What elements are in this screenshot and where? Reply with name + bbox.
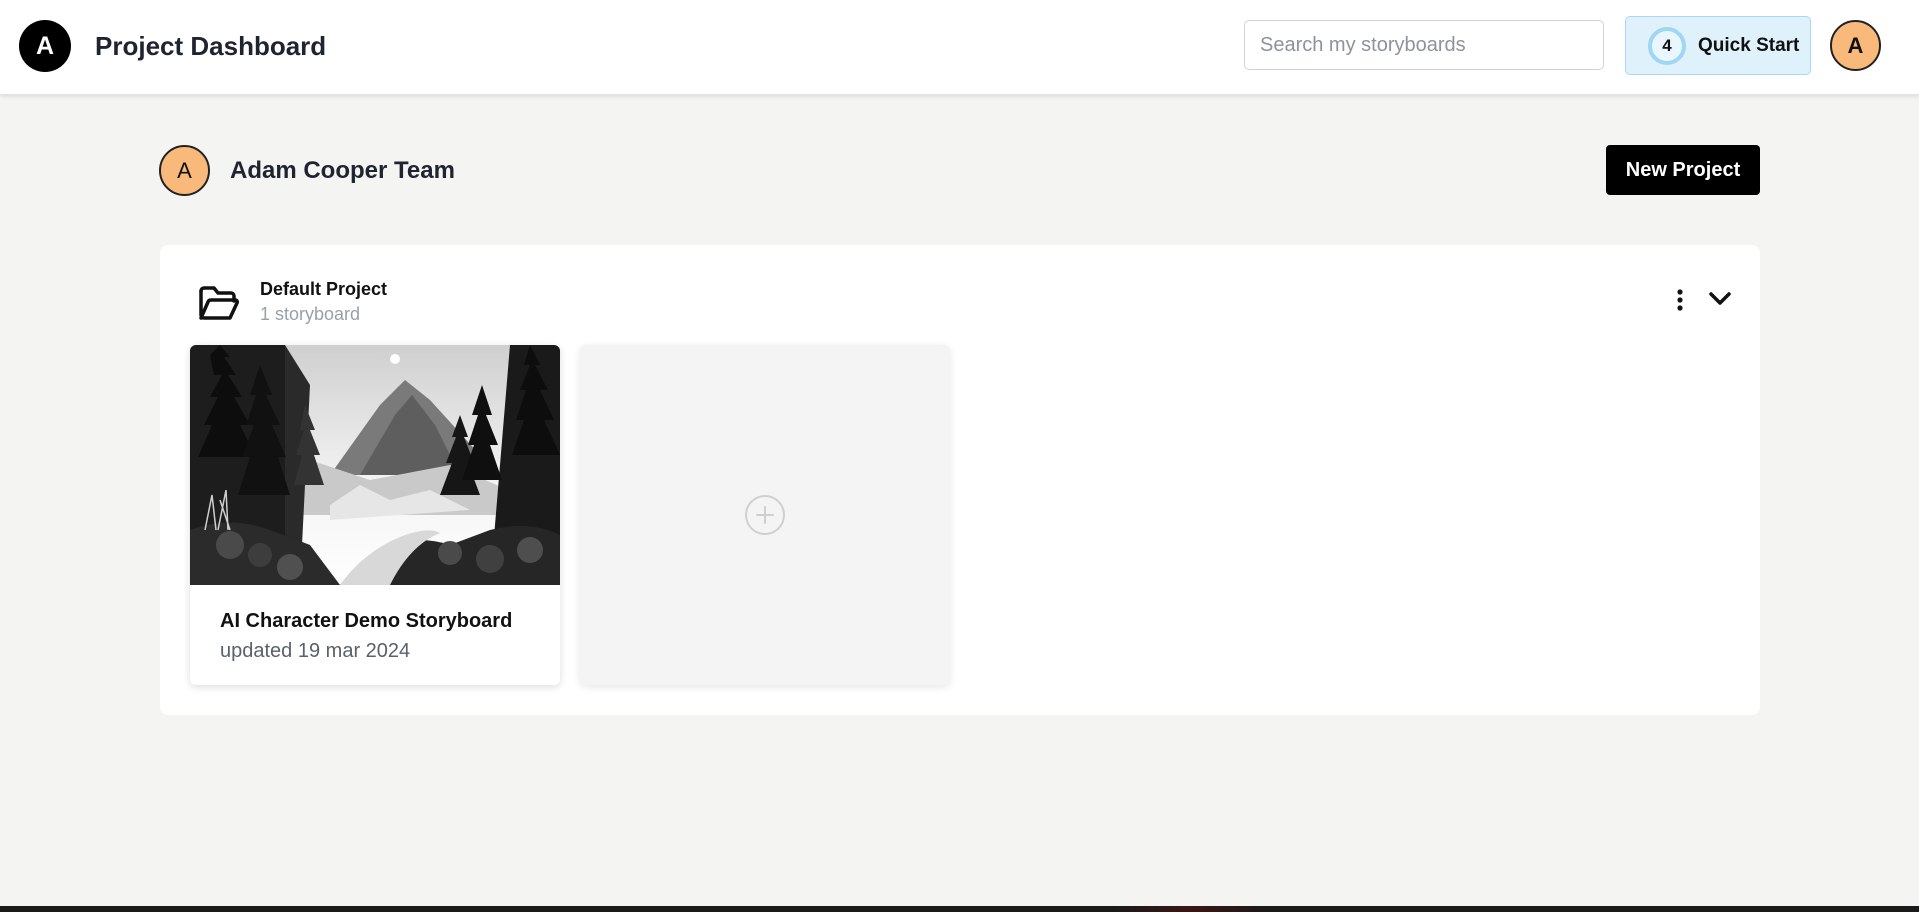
quick-start-label: Quick Start: [1698, 34, 1800, 56]
add-storyboard-card[interactable]: [580, 345, 950, 685]
team-avatar: A: [159, 145, 210, 196]
folder-open-icon: [199, 286, 239, 320]
project-panel: Default Project 1 storyboard AI Characte…: [160, 245, 1760, 715]
team-name: Adam Cooper Team: [230, 157, 455, 184]
bottom-bar: [0, 906, 1919, 912]
top-header: A Project Dashboard 4 Quick Start A: [0, 0, 1919, 95]
search-input[interactable]: [1244, 20, 1604, 70]
storyboard-updated-date: updated 19 mar 2024: [220, 640, 411, 662]
more-vertical-icon[interactable]: [1670, 288, 1690, 312]
page-title: Project Dashboard: [95, 31, 327, 61]
quick-start-count-badge: 4: [1648, 26, 1686, 65]
quick-start-button[interactable]: 4 Quick Start: [1625, 16, 1811, 75]
user-avatar[interactable]: A: [1830, 20, 1881, 71]
storyboard-title: AI Character Demo Storyboard: [220, 610, 513, 632]
app-logo[interactable]: A: [19, 20, 71, 72]
plus-circle-icon: [745, 495, 785, 535]
storyboard-card[interactable]: AI Character Demo Storyboard updated 19 …: [190, 345, 560, 685]
new-project-button[interactable]: New Project: [1606, 145, 1760, 195]
chevron-down-icon[interactable]: [1708, 289, 1732, 309]
storyboard-count: 1 storyboard: [260, 304, 361, 324]
project-name[interactable]: Default Project: [260, 279, 387, 300]
storyboard-thumbnail: [190, 345, 560, 585]
